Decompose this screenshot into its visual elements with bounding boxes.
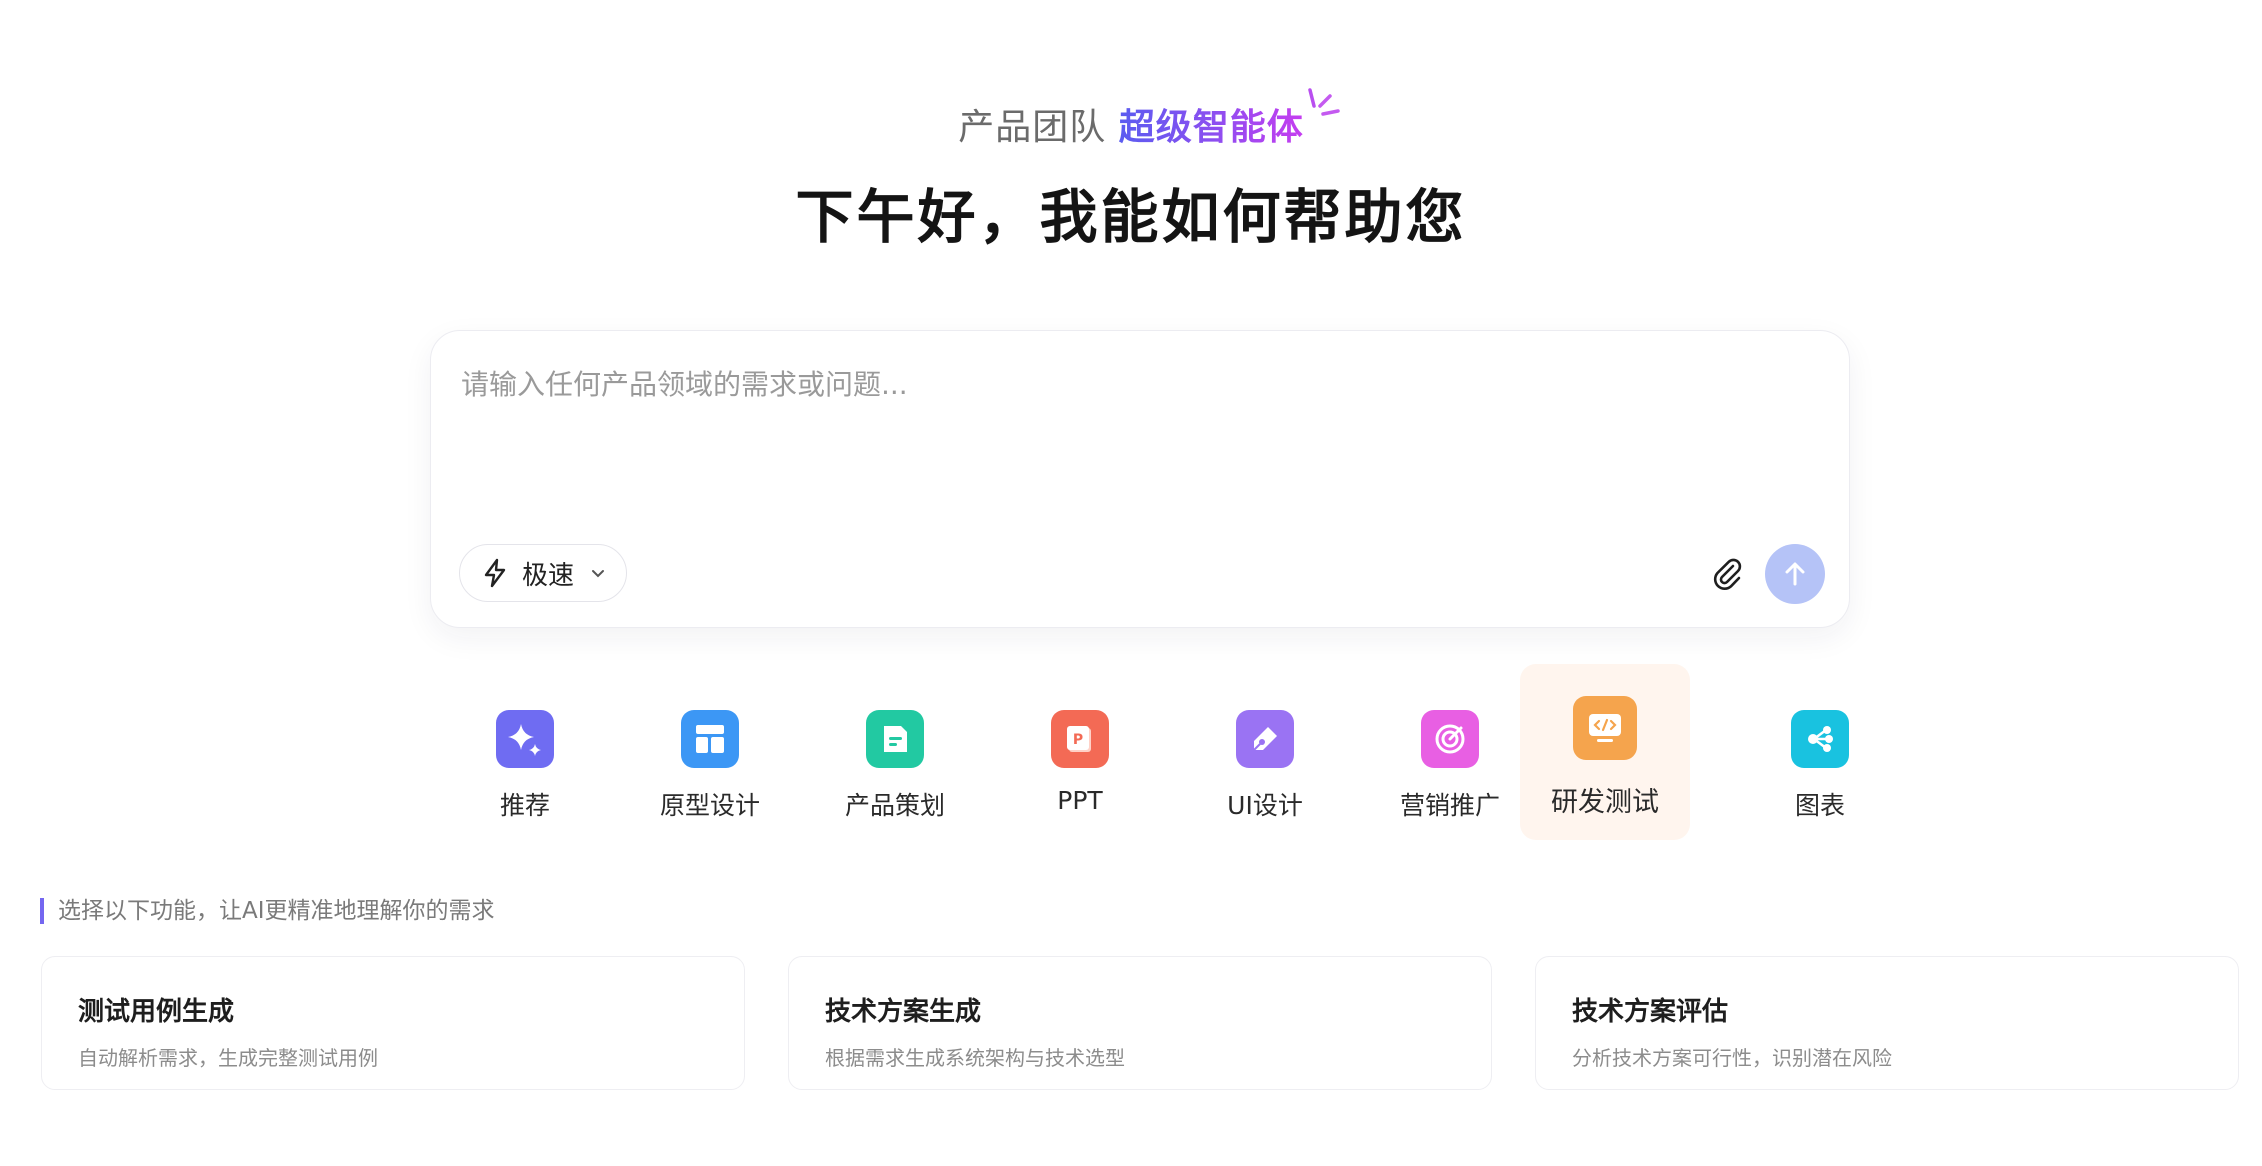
category-prototype[interactable]: 原型设计 (625, 664, 795, 840)
sparkle-icon (496, 710, 554, 768)
category-label: 推荐 (499, 791, 550, 820)
category-label: 原型设计 (659, 791, 760, 820)
category-label: 产品策划 (844, 791, 945, 820)
feature-desc: 根据需求生成系统架构与技术选型 (825, 1046, 1125, 1070)
category-label: PPT (1057, 786, 1103, 815)
category-recommend[interactable]: 推荐 (440, 664, 610, 840)
category-label: 图表 (1794, 791, 1845, 820)
category-label: UI设计 (1227, 791, 1303, 820)
share-graph-icon (1791, 710, 1849, 768)
feature-title: 技术方案生成 (825, 997, 982, 1027)
feature-title: 测试用例生成 (78, 997, 235, 1027)
category-bar: 推荐 原型设计 产品策划 P PPT UI设计 营销推广 研发测试 图表 (430, 664, 1850, 844)
pen-icon (1236, 710, 1294, 768)
attach-button[interactable] (1704, 550, 1752, 598)
sparkle-decoration-icon (1308, 88, 1340, 116)
agent-label: 超级智能体 (1118, 107, 1304, 148)
svg-text:P: P (1073, 732, 1083, 748)
category-chart[interactable]: 图表 (1735, 664, 1905, 840)
arrow-up-icon (1785, 562, 1805, 586)
feature-card-test-cases[interactable]: 测试用例生成 自动解析需求，生成完整测试用例 (41, 956, 745, 1090)
lightning-icon (484, 558, 506, 588)
feature-card-tech-solution[interactable]: 技术方案生成 根据需求生成系统架构与技术选型 (788, 956, 1492, 1090)
category-ppt[interactable]: P PPT (995, 664, 1165, 840)
page-title: 下午好，我能如何帮助您 (795, 183, 1467, 251)
team-label: 产品团队 (958, 107, 1107, 148)
category-label: 研发测试 (1551, 787, 1659, 818)
mode-dropdown[interactable]: 极速 (459, 544, 627, 602)
category-marketing[interactable]: 营销推广 (1365, 664, 1535, 840)
category-ui-design[interactable]: UI设计 (1180, 664, 1350, 840)
paperclip-icon (1713, 558, 1742, 591)
prompt-box: 极速 (430, 330, 1850, 628)
send-button[interactable] (1765, 544, 1825, 604)
category-dev-test[interactable]: 研发测试 (1520, 664, 1690, 840)
chevron-down-icon (592, 570, 605, 578)
header-subtitle: 产品团队 超级智能体 (0, 98, 2262, 150)
mode-label: 极速 (522, 560, 575, 591)
category-planning[interactable]: 产品策划 (810, 664, 980, 840)
category-label: 营销推广 (1399, 791, 1500, 820)
feature-title: 技术方案评估 (1572, 997, 1729, 1027)
document-icon (866, 710, 924, 768)
feature-card-tech-evaluation[interactable]: 技术方案评估 分析技术方案可行性，识别潜在风险 (1535, 956, 2239, 1090)
target-icon (1421, 710, 1479, 768)
layout-icon (681, 710, 739, 768)
section-label: 选择以下功能，让AI更精准地理解你的需求 (40, 898, 495, 924)
feature-desc: 自动解析需求，生成完整测试用例 (78, 1046, 378, 1070)
feature-desc: 分析技术方案可行性，识别潜在风险 (1572, 1046, 1892, 1070)
code-monitor-icon (1573, 696, 1637, 760)
prompt-input[interactable] (459, 361, 1823, 515)
ppt-icon: P (1051, 710, 1109, 768)
